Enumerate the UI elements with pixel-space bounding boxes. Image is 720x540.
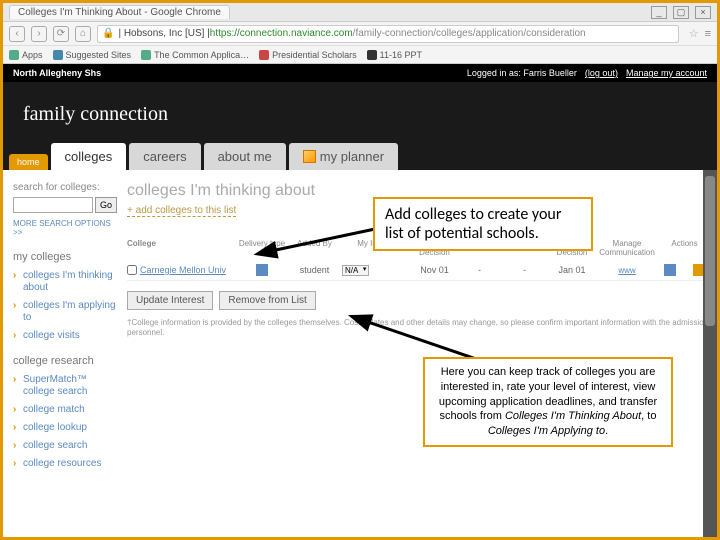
nav-about-me[interactable]: about me bbox=[204, 143, 286, 170]
scrollbar-thumb[interactable] bbox=[705, 176, 715, 326]
table-row: Carnegie Mellon Univ student N/A Nov 01 … bbox=[127, 260, 712, 281]
row-checkbox[interactable] bbox=[127, 265, 137, 275]
callout-track-colleges: Here you can keep track of colleges you … bbox=[423, 357, 673, 447]
manage-link[interactable]: www bbox=[618, 266, 635, 275]
url-host: https://connection.naviance.com bbox=[210, 28, 353, 39]
planner-icon bbox=[303, 150, 316, 163]
callout-add-colleges: Add colleges to create your list of pote… bbox=[373, 197, 593, 251]
col-college: College bbox=[127, 240, 237, 258]
college-name-link[interactable]: Carnegie Mellon Univ bbox=[140, 265, 226, 275]
window-min-button[interactable]: _ bbox=[651, 6, 667, 19]
nav-my-planner[interactable]: my planner bbox=[289, 143, 398, 170]
remove-from-list-button[interactable]: Remove from List bbox=[219, 291, 315, 310]
sidebar-item-thinking[interactable]: colleges I'm thinking about bbox=[13, 267, 117, 297]
site-icon bbox=[367, 50, 377, 60]
manage-account-link[interactable]: Manage my account bbox=[626, 68, 707, 78]
nav-colleges[interactable]: colleges bbox=[51, 143, 127, 170]
bookmark-presidential[interactable]: Presidential Scholars bbox=[259, 50, 357, 60]
update-interest-button[interactable]: Update Interest bbox=[127, 291, 213, 310]
bookmark-common-app[interactable]: The Common Applica… bbox=[141, 50, 249, 60]
school-name: North Allegheny Shs bbox=[13, 68, 101, 78]
sidebar-section-research: college research bbox=[13, 355, 117, 367]
add-colleges-link[interactable]: add colleges to this list bbox=[127, 205, 236, 217]
site-icon bbox=[141, 50, 151, 60]
window-max-button[interactable]: ▢ bbox=[673, 6, 689, 19]
action-move-icon[interactable] bbox=[664, 264, 676, 276]
bookmark-star-icon[interactable]: ☆ bbox=[689, 27, 699, 40]
sidebar-item-applying[interactable]: colleges I'm applying to bbox=[13, 297, 117, 327]
site-icon bbox=[259, 50, 269, 60]
sidebar-section-my-colleges: my colleges bbox=[13, 251, 117, 263]
bookmark-suggested[interactable]: Suggested Sites bbox=[53, 50, 132, 60]
sidebar-item-college-search[interactable]: college search bbox=[13, 437, 117, 455]
back-button[interactable]: ‹ bbox=[9, 26, 25, 42]
site-icon bbox=[53, 50, 63, 60]
window-close-button[interactable]: × bbox=[695, 6, 711, 19]
home-button[interactable]: ⌂ bbox=[75, 26, 91, 42]
lock-icon: 🔒 bbox=[102, 28, 114, 39]
sidebar-item-lookup[interactable]: college lookup bbox=[13, 419, 117, 437]
col-manage: Manage Communication bbox=[597, 240, 657, 258]
address-bar[interactable]: 🔒 | Hobsons, Inc [US] | https://connecti… bbox=[97, 25, 679, 43]
nav-home[interactable]: home bbox=[9, 154, 48, 170]
logout-link[interactable]: (log out) bbox=[585, 68, 618, 78]
search-label: search for colleges: bbox=[13, 182, 117, 193]
sidebar-item-visits[interactable]: college visits bbox=[13, 327, 117, 345]
url-path: /family-connection/colleges/application/… bbox=[353, 28, 586, 39]
sidebar-item-match[interactable]: college match bbox=[13, 401, 117, 419]
site-logo: family connection bbox=[23, 103, 168, 126]
browser-tab[interactable]: Colleges I'm Thinking About - Google Chr… bbox=[9, 5, 230, 19]
sidebar-item-resources[interactable]: college resources bbox=[13, 455, 117, 473]
bookmark-apps[interactable]: Apps bbox=[9, 50, 43, 60]
menu-icon[interactable]: ≡ bbox=[705, 28, 711, 40]
ssl-org: | Hobsons, Inc [US] | bbox=[118, 28, 209, 39]
apps-icon bbox=[9, 50, 19, 60]
search-go-button[interactable]: Go bbox=[95, 197, 117, 213]
deadline-ea: - bbox=[457, 265, 502, 275]
more-search-options-link[interactable]: MORE SEARCH OPTIONS >> bbox=[13, 219, 117, 237]
reload-button[interactable]: ⟳ bbox=[53, 26, 69, 42]
deadline-ed: Nov 01 bbox=[412, 265, 457, 275]
deadline-priority: - bbox=[502, 265, 547, 275]
vertical-scrollbar[interactable] bbox=[703, 170, 717, 537]
forward-button[interactable]: › bbox=[31, 26, 47, 42]
deadline-regular: Jan 01 bbox=[547, 265, 597, 275]
bookmark-ppt[interactable]: 11-16 PPT bbox=[367, 50, 422, 60]
sidebar-item-supermatch[interactable]: SuperMatch™ college search bbox=[13, 371, 117, 401]
logged-in-label: Logged in as: Farris Bueller bbox=[467, 68, 577, 78]
college-search-input[interactable] bbox=[13, 197, 93, 213]
nav-careers[interactable]: careers bbox=[129, 143, 200, 170]
